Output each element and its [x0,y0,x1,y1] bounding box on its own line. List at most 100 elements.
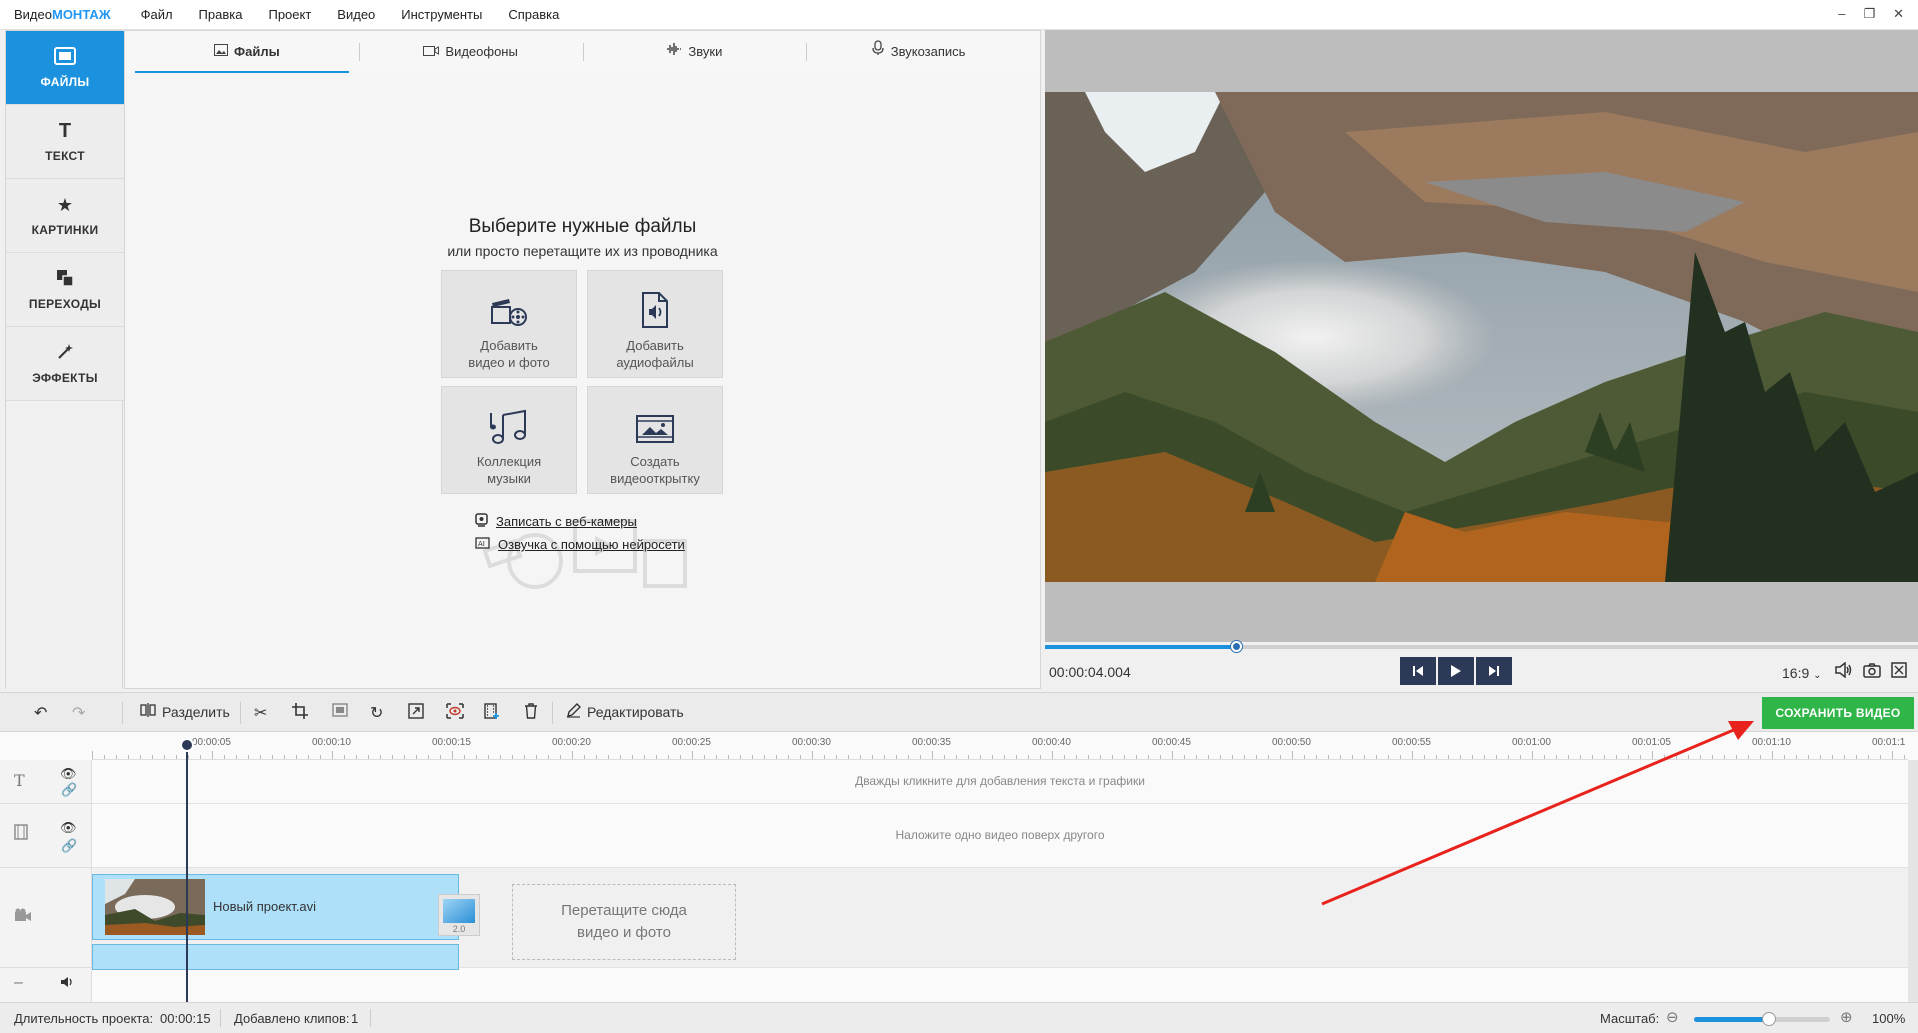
files-panel: Файлы Видеофоны Звуки Звукозапись Выбери… [124,30,1041,689]
ruler-tick-label: 00:00:40 [1032,737,1071,748]
ruler-tick [1748,755,1749,759]
minus-icon[interactable]: – [14,974,23,992]
tab-sounds[interactable]: Звуки [582,31,807,73]
visibility-eye-icon[interactable]: 👁 [60,820,77,836]
rotate-button[interactable]: ↻ [370,703,383,723]
ruler-tick [608,755,609,759]
menu-help[interactable]: Справка [508,7,559,22]
video-frame-mountain-fog[interactable] [1045,92,1918,582]
ruler-tick [1484,755,1485,759]
ruler-tick [1556,755,1557,759]
menu-file[interactable]: Файл [141,7,173,22]
volume-icon[interactable] [1835,661,1853,683]
edit-button[interactable]: Редактировать [566,703,684,721]
ruler-tick [992,755,993,759]
create-postcard-button[interactable]: Создать видеооткрытку [587,386,723,494]
ruler-tick-label: 00:00:55 [1392,737,1431,748]
play-button[interactable] [1438,657,1474,685]
menu-tools[interactable]: Инструменты [401,7,482,22]
add-video-photo-button[interactable]: Добавить видео и фото [441,270,577,378]
film-camera-icon [442,285,576,329]
transition-marker[interactable]: 2.0 [438,894,480,936]
add-clip-effect-button[interactable] [484,703,500,722]
crop-button[interactable] [292,703,308,722]
tab-video-backgrounds[interactable]: Видеофоны [358,31,583,73]
playhead-handle[interactable] [180,738,194,752]
sidebar-tab-transitions[interactable]: ПЕРЕХОДЫ [6,253,124,327]
undo-icon: ↶ [34,705,48,722]
sidebar-tab-text[interactable]: T ТЕКСТ [6,105,124,179]
fill-frame-button[interactable] [332,703,348,720]
redo-button[interactable]: ↷ [72,703,85,723]
split-button[interactable]: Разделить [140,703,230,720]
ruler-tick [704,755,705,759]
overlay-track[interactable]: Наложите одно видео поверх другого [92,804,1908,868]
sidebar-tab-effects[interactable]: ЭФФЕКТЫ [6,327,124,401]
zoom-out-icon[interactable]: ⊖ [1666,1008,1679,1026]
seek-handle[interactable] [1231,641,1243,652]
ruler-tick [1184,755,1185,759]
minimize-icon[interactable]: – [1838,6,1845,22]
sidebar-tab-images[interactable]: ★ КАРТИНКИ [6,179,124,253]
link-icon[interactable]: 🔗 [61,838,77,854]
ruler-tick [1448,755,1449,759]
left-sidebar: ФАЙЛЫ T ТЕКСТ ★ КАРТИНКИ ПЕРЕХОДЫ ЭФФЕКТ… [5,30,132,690]
ruler-tick [800,755,801,759]
add-audio-button[interactable]: Добавить аудиофайлы [587,270,723,378]
zoom-in-icon[interactable]: ⊕ [1840,1008,1853,1026]
close-icon[interactable]: ✕ [1893,6,1904,22]
transitions-icon [56,269,74,289]
snapshot-camera-icon[interactable] [1863,662,1881,683]
ruler-tick [116,755,117,759]
sidebar-label: ТЕКСТ [45,148,85,163]
cut-button[interactable]: ✂ [254,703,267,723]
maximize-icon[interactable]: ❐ [1863,6,1875,22]
playhead[interactable] [180,738,194,1002]
fullscreen-icon[interactable] [1891,662,1907,683]
ruler-tick [1160,755,1161,759]
link-icon[interactable]: 🔗 [61,782,77,798]
skip-forward-button[interactable] [1476,657,1512,685]
menu-project[interactable]: Проект [268,7,311,22]
video-clip[interactable]: Новый проект.avi [92,874,459,940]
ruler-tick [692,751,693,759]
ruler-tick [1352,755,1353,759]
ruler-tick [1292,751,1293,759]
visibility-eye-icon[interactable]: 👁 [60,766,77,782]
ruler-tick [524,755,525,759]
timeline-vertical-scrollbar[interactable] [1908,760,1918,1002]
ruler-tick [1232,755,1233,759]
overlay-track-hint: Наложите одно видео поверх другого [895,828,1105,842]
music-collection-button[interactable]: Коллекция музыки [441,386,577,494]
ruler-tick [1712,755,1713,759]
delete-button[interactable] [524,703,538,722]
preview-seek-bar[interactable] [1045,641,1918,652]
save-video-button[interactable]: СОХРАНИТЬ ВИДЕО [1762,697,1914,729]
menu-edit[interactable]: Правка [199,7,243,22]
ruler-tick [1028,755,1029,759]
zoom-slider-handle[interactable] [1761,1012,1776,1026]
ruler-tick [728,755,729,759]
ruler-tick-label: 00:00:45 [1152,737,1191,748]
clip-audio-track[interactable] [92,944,459,970]
tab-label: Видеофоны [445,44,518,59]
aspect-ratio-select[interactable]: 16:9 ⌄ [1782,665,1822,681]
menu-video[interactable]: Видео [337,7,375,22]
stabilize-button[interactable] [446,703,464,722]
text-track[interactable]: Дважды кликните для добавления текста и … [92,760,1908,804]
text-track-icon: T [14,771,25,790]
skip-back-button[interactable] [1400,657,1436,685]
speaker-icon[interactable] [60,976,74,991]
sidebar-tab-files[interactable]: ФАЙЛЫ [6,31,132,105]
content-tabs: Файлы Видеофоны Звуки Звукозапись [125,31,1040,73]
drop-zone[interactable]: Перетащите сюда видео и фото [512,884,736,960]
undo-button[interactable]: ↶ [34,703,47,723]
tab-files[interactable]: Файлы [135,31,359,73]
resize-button[interactable] [408,703,424,722]
audio-file-icon [588,285,722,329]
tab-voice-recording[interactable]: Звукозапись [806,31,1030,73]
ruler-tick [536,755,537,759]
ruler-tick [1820,755,1821,759]
zoom-slider[interactable] [1694,1012,1830,1026]
timeline-ruler[interactable]: 00:00:05 00:00:10 00:00:15 00:00:20 00:00:25… [92,732,1908,760]
